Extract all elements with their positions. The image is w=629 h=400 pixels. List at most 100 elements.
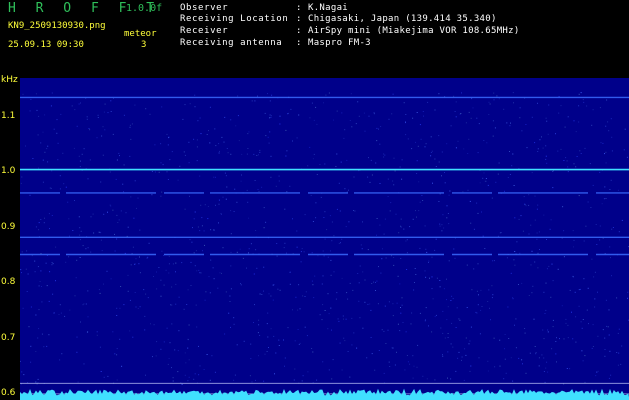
noise-dot: [565, 322, 567, 324]
noise-dot: [320, 196, 322, 198]
noise-dot: [383, 233, 385, 235]
noise-dot: [221, 272, 222, 274]
noise-dot: [279, 115, 281, 117]
noise-dot: [78, 103, 80, 105]
noise-dot: [109, 204, 111, 206]
noise-dot: [450, 300, 452, 301]
noise-dot: [471, 289, 473, 291]
noise-dot: [204, 244, 205, 246]
noise-dot: [391, 113, 393, 115]
noise-dot: [228, 312, 230, 314]
noise-dot: [335, 166, 337, 167]
noise-dot: [537, 102, 538, 104]
noise-dot: [555, 353, 557, 355]
noise-dot: [25, 145, 26, 147]
noise-dot: [331, 378, 333, 380]
noise-dot: [398, 232, 400, 234]
noise-dot: [247, 201, 249, 203]
noise-dot: [187, 347, 189, 349]
noise-dot: [81, 153, 83, 155]
noise-dot: [546, 239, 547, 240]
noise-dot: [393, 257, 395, 258]
noise-dot: [109, 171, 111, 173]
noise-dot: [393, 184, 395, 186]
noise-dot: [129, 126, 131, 128]
noise-dot: [419, 201, 421, 203]
noise-dot: [86, 116, 88, 118]
noise-dot: [174, 349, 176, 351]
noise-dot: [188, 324, 190, 326]
noise-dot: [470, 222, 472, 224]
noise-dot: [371, 353, 373, 355]
spectrogram-waterfall[interactable]: [20, 78, 629, 400]
noise-dot: [246, 267, 247, 269]
noise-dot: [75, 277, 77, 279]
noise-dot: [544, 381, 546, 383]
noise-dot: [476, 312, 478, 314]
noise-dot: [414, 282, 415, 283]
observer-value: K.Nagai: [308, 3, 349, 13]
noise-dot: [27, 273, 29, 275]
noise-dot: [566, 160, 568, 162]
noise-dot: [341, 277, 343, 279]
noise-dot: [477, 304, 479, 306]
noise-dot: [158, 267, 160, 268]
noise-dot: [595, 224, 597, 225]
noise-dot: [440, 327, 442, 329]
noise-dot: [248, 248, 250, 250]
noise-dot: [319, 314, 321, 316]
noise-dot: [567, 337, 569, 339]
noise-dot: [443, 288, 445, 290]
noise-dot: [519, 252, 521, 254]
noise-dot: [546, 162, 548, 164]
noise-dot: [411, 312, 413, 314]
noise-dot: [575, 341, 577, 343]
noise-dot: [48, 334, 50, 336]
noise-dot: [38, 285, 40, 287]
noise-dot: [426, 251, 428, 253]
noise-dot: [549, 228, 551, 230]
noise-dot: [538, 365, 540, 367]
noise-dot: [563, 338, 565, 340]
noise-dot: [597, 370, 599, 372]
noise-dot: [507, 177, 509, 178]
noise-dot: [267, 312, 269, 314]
noise-dot: [486, 142, 488, 144]
noise-dot: [302, 375, 304, 377]
noise-dot: [545, 158, 547, 160]
noise-dot: [79, 166, 81, 168]
noise-dot: [209, 106, 211, 108]
noise-dot: [312, 351, 314, 353]
noise-dot: [584, 355, 586, 357]
noise-dot: [41, 301, 43, 303]
noise-dot: [199, 365, 201, 367]
noise-dot: [506, 257, 508, 259]
noise-dot: [509, 151, 510, 152]
noise-dot: [166, 327, 168, 329]
noise-dot: [412, 117, 414, 119]
noise-dot: [429, 277, 430, 279]
noise-dot: [573, 163, 575, 165]
meteor-label: meteor: [124, 29, 157, 39]
noise-dot: [435, 314, 437, 316]
noise-dot: [344, 340, 346, 342]
noise-dot: [432, 298, 434, 300]
noise-dot: [48, 300, 50, 302]
noise-dot: [284, 242, 286, 244]
noise-dot: [438, 135, 440, 137]
noise-dot: [551, 263, 553, 265]
noise-dot: [605, 162, 607, 164]
noise-dot: [199, 272, 201, 274]
noise-dot: [425, 319, 426, 321]
noise-dot: [496, 95, 498, 97]
noise-dot: [156, 341, 158, 343]
noise-dot: [627, 297, 628, 299]
noise-dot: [364, 301, 366, 303]
noise-dot: [258, 191, 260, 192]
noise-dot: [611, 136, 613, 138]
noise-dot: [592, 346, 594, 347]
noise-dot: [376, 218, 378, 219]
noise-dot: [454, 111, 456, 112]
noise-dot: [100, 181, 102, 183]
noise-dot: [575, 316, 577, 318]
